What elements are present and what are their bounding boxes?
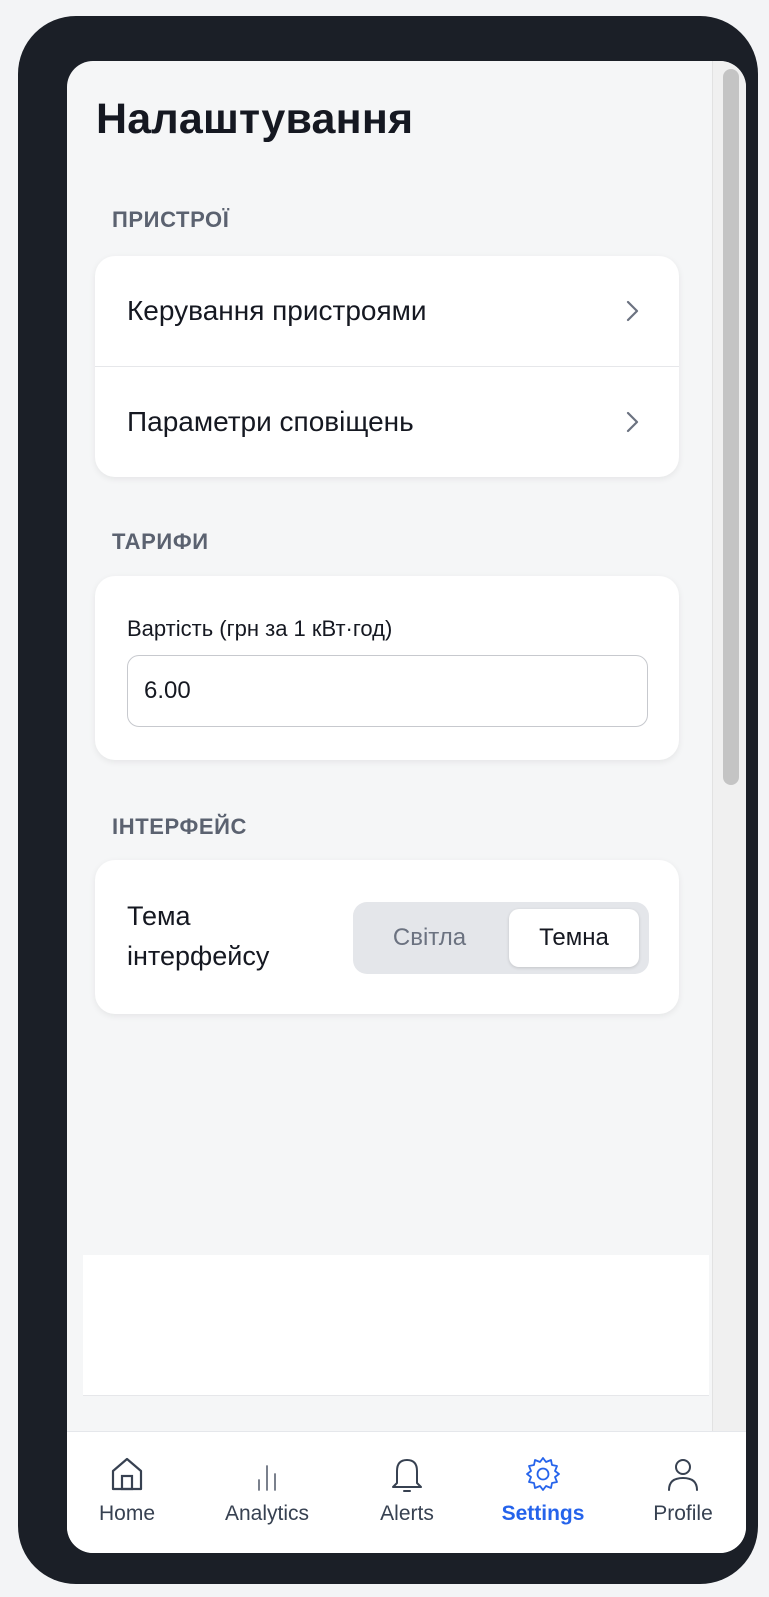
chevron-right-icon bbox=[626, 411, 639, 432]
notification-settings-item[interactable]: Параметри сповіщень bbox=[95, 366, 679, 476]
cost-input[interactable] bbox=[127, 655, 648, 727]
tab-alerts[interactable]: Alerts bbox=[347, 1432, 467, 1553]
tab-home[interactable]: Home bbox=[67, 1432, 187, 1553]
home-icon bbox=[111, 1457, 143, 1491]
tab-analytics-label: Analytics bbox=[224, 1502, 310, 1525]
tab-settings[interactable]: Settings bbox=[483, 1432, 603, 1553]
app-screen: Налаштування ПРИСТРОЇ Керування пристроя… bbox=[67, 61, 746, 1553]
tab-alerts-label: Alerts bbox=[380, 1502, 434, 1525]
background-panel bbox=[83, 1255, 709, 1396]
device-management-item[interactable]: Керування пристроями bbox=[95, 256, 679, 366]
analytics-icon bbox=[258, 1465, 276, 1491]
tab-profile[interactable]: Profile bbox=[623, 1432, 743, 1553]
tab-settings-label: Settings bbox=[501, 1502, 585, 1525]
devices-card: Керування пристроями Параметри сповіщень bbox=[95, 256, 679, 477]
page-title: Налаштування bbox=[96, 95, 414, 143]
device-management-label: Керування пристроями bbox=[127, 295, 427, 326]
chevron-right-icon bbox=[626, 300, 639, 322]
tariffs-card: Вартість (грн за 1 кВт·год) bbox=[95, 576, 679, 760]
bottom-tab-bar: Home Analytics Alerts Settings Profile bbox=[67, 1431, 746, 1553]
tab-profile-label: Profile bbox=[653, 1502, 713, 1525]
cost-label: Вартість (грн за 1 кВт·год) bbox=[127, 616, 393, 641]
device-frame: Налаштування ПРИСТРОЇ Керування пристроя… bbox=[18, 16, 758, 1584]
tab-home-label: Home bbox=[98, 1502, 156, 1525]
notification-settings-label: Параметри сповіщень bbox=[127, 405, 414, 437]
user-icon bbox=[668, 1459, 698, 1491]
theme-label: Тема інтерфейсу bbox=[127, 901, 270, 971]
section-label-interface: ІНТЕРФЕЙС bbox=[112, 814, 248, 839]
interface-card: Тема інтерфейсу Світла Темна bbox=[95, 860, 679, 1014]
theme-option-dark[interactable]: Темна bbox=[509, 909, 639, 967]
tab-analytics[interactable]: Analytics bbox=[207, 1432, 327, 1553]
section-label-devices: ПРИСТРОЇ bbox=[112, 207, 230, 232]
gear-icon bbox=[526, 1457, 560, 1491]
theme-option-light[interactable]: Світла bbox=[357, 909, 502, 967]
section-label-tariffs: ТАРИФИ bbox=[112, 529, 209, 554]
theme-toggle: Світла Темна bbox=[353, 902, 649, 974]
bell-icon bbox=[392, 1459, 422, 1492]
scrollbar-thumb[interactable] bbox=[723, 69, 739, 785]
